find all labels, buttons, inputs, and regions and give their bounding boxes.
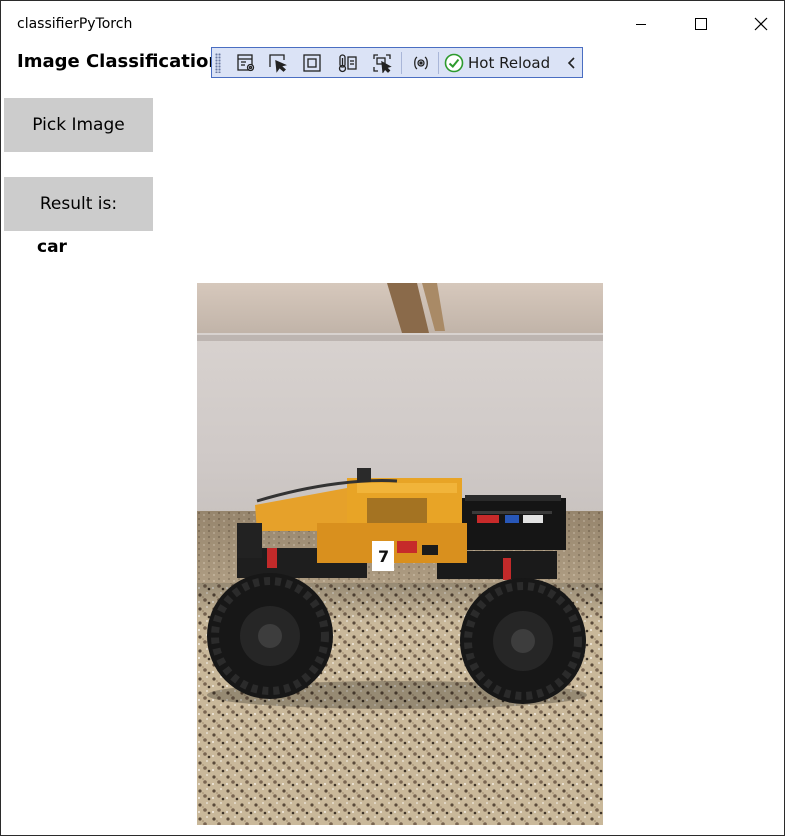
track-focus-button[interactable] <box>336 51 360 75</box>
minimize-icon <box>636 24 646 25</box>
binding-failures-button[interactable] <box>409 51 433 75</box>
classification-result: car <box>37 237 67 257</box>
svg-text:7: 7 <box>378 547 389 566</box>
window-title: classifierPyTorch <box>17 16 133 32</box>
close-icon <box>754 17 768 31</box>
live-visual-tree-icon <box>237 54 255 72</box>
binding-failures-icon <box>414 56 428 70</box>
maximize-button[interactable] <box>671 1 731 47</box>
page-title: Image Classification <box>17 51 222 72</box>
chevron-left-icon <box>567 57 575 69</box>
toolbar-separator <box>438 52 439 74</box>
maximize-icon <box>695 18 707 30</box>
xaml-debug-toolbar: Hot Reload <box>211 47 583 78</box>
preview-selection-button[interactable] <box>370 51 394 75</box>
select-element-icon <box>269 54 287 73</box>
display-layout-adorners-icon <box>303 54 321 72</box>
minimize-button[interactable] <box>611 1 671 47</box>
toolbar-grip[interactable] <box>215 53 221 73</box>
collapse-toolbar-button[interactable] <box>564 51 580 75</box>
check-circle-icon <box>444 53 464 73</box>
selected-image: 7 <box>197 283 603 825</box>
hot-reload-button[interactable]: Hot Reload <box>444 51 550 75</box>
toy-truck-photo: 7 <box>197 283 603 825</box>
hot-reload-label: Hot Reload <box>468 54 551 72</box>
select-element-button[interactable] <box>266 51 290 75</box>
title-bar[interactable]: classifierPyTorch <box>1 1 784 47</box>
track-focus-icon <box>338 54 357 73</box>
result-label-button[interactable]: Result is: <box>4 177 153 231</box>
display-layout-adorners-button[interactable] <box>300 51 324 75</box>
preview-selection-icon <box>373 54 392 73</box>
toolbar-separator <box>401 52 402 74</box>
close-button[interactable] <box>731 1 784 47</box>
pick-image-button[interactable]: Pick Image <box>4 98 153 152</box>
app-window: classifierPyTorch Image Classification H… <box>0 0 785 836</box>
live-visual-tree-button[interactable] <box>234 51 258 75</box>
